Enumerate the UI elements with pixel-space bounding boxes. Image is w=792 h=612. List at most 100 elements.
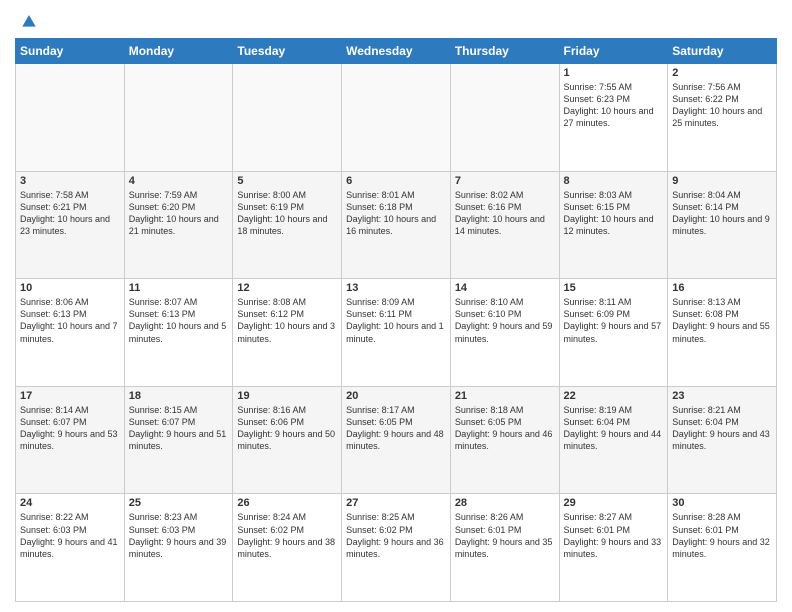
calendar-week-row: 10 Sunrise: 8:06 AM Sunset: 6:13 PM Dayli… <box>16 279 777 387</box>
calendar-header-monday: Monday <box>124 39 233 64</box>
calendar-header-tuesday: Tuesday <box>233 39 342 64</box>
calendar-cell: 28 Sunrise: 8:26 AM Sunset: 6:01 PM Dayli… <box>450 494 559 602</box>
cell-info: Sunrise: 8:26 AM Sunset: 6:01 PM Dayligh… <box>455 511 555 560</box>
calendar-week-row: 17 Sunrise: 8:14 AM Sunset: 6:07 PM Dayli… <box>16 386 777 494</box>
calendar-cell: 27 Sunrise: 8:25 AM Sunset: 6:02 PM Dayli… <box>342 494 451 602</box>
day-number: 27 <box>346 497 446 509</box>
cell-info: Sunrise: 8:08 AM Sunset: 6:12 PM Dayligh… <box>237 296 337 345</box>
day-number: 22 <box>564 390 664 402</box>
cell-info: Sunrise: 7:55 AM Sunset: 6:23 PM Dayligh… <box>564 81 664 130</box>
calendar-cell <box>450 64 559 172</box>
day-number: 30 <box>672 497 772 509</box>
calendar-cell: 4 Sunrise: 7:59 AM Sunset: 6:20 PM Daylig… <box>124 171 233 279</box>
day-number: 14 <box>455 282 555 294</box>
calendar-cell: 18 Sunrise: 8:15 AM Sunset: 6:07 PM Dayli… <box>124 386 233 494</box>
calendar-cell: 29 Sunrise: 8:27 AM Sunset: 6:01 PM Dayli… <box>559 494 668 602</box>
calendar-cell <box>124 64 233 172</box>
cell-info: Sunrise: 8:21 AM Sunset: 6:04 PM Dayligh… <box>672 404 772 453</box>
calendar-header-friday: Friday <box>559 39 668 64</box>
cell-info: Sunrise: 7:59 AM Sunset: 6:20 PM Dayligh… <box>129 189 229 238</box>
day-number: 10 <box>20 282 120 294</box>
calendar-header-row: SundayMondayTuesdayWednesdayThursdayFrid… <box>16 39 777 64</box>
calendar-table: SundayMondayTuesdayWednesdayThursdayFrid… <box>15 38 777 602</box>
cell-info: Sunrise: 8:22 AM Sunset: 6:03 PM Dayligh… <box>20 511 120 560</box>
calendar-cell <box>342 64 451 172</box>
cell-info: Sunrise: 8:27 AM Sunset: 6:01 PM Dayligh… <box>564 511 664 560</box>
logo-triangle-icon <box>19 10 39 30</box>
calendar-cell: 21 Sunrise: 8:18 AM Sunset: 6:05 PM Dayli… <box>450 386 559 494</box>
cell-info: Sunrise: 8:09 AM Sunset: 6:11 PM Dayligh… <box>346 296 446 345</box>
calendar-cell: 26 Sunrise: 8:24 AM Sunset: 6:02 PM Dayli… <box>233 494 342 602</box>
day-number: 15 <box>564 282 664 294</box>
day-number: 11 <box>129 282 229 294</box>
day-number: 28 <box>455 497 555 509</box>
calendar-week-row: 24 Sunrise: 8:22 AM Sunset: 6:03 PM Dayli… <box>16 494 777 602</box>
day-number: 6 <box>346 175 446 187</box>
calendar-cell: 5 Sunrise: 8:00 AM Sunset: 6:19 PM Daylig… <box>233 171 342 279</box>
day-number: 7 <box>455 175 555 187</box>
day-number: 12 <box>237 282 337 294</box>
cell-info: Sunrise: 8:10 AM Sunset: 6:10 PM Dayligh… <box>455 296 555 345</box>
day-number: 19 <box>237 390 337 402</box>
calendar-cell: 10 Sunrise: 8:06 AM Sunset: 6:13 PM Dayli… <box>16 279 125 387</box>
calendar-cell: 23 Sunrise: 8:21 AM Sunset: 6:04 PM Dayli… <box>668 386 777 494</box>
day-number: 8 <box>564 175 664 187</box>
calendar-cell: 24 Sunrise: 8:22 AM Sunset: 6:03 PM Dayli… <box>16 494 125 602</box>
header <box>15 10 777 30</box>
calendar-cell <box>16 64 125 172</box>
calendar-cell: 19 Sunrise: 8:16 AM Sunset: 6:06 PM Dayli… <box>233 386 342 494</box>
day-number: 23 <box>672 390 772 402</box>
cell-info: Sunrise: 8:00 AM Sunset: 6:19 PM Dayligh… <box>237 189 337 238</box>
day-number: 2 <box>672 67 772 79</box>
cell-info: Sunrise: 8:11 AM Sunset: 6:09 PM Dayligh… <box>564 296 664 345</box>
cell-info: Sunrise: 8:03 AM Sunset: 6:15 PM Dayligh… <box>564 189 664 238</box>
day-number: 1 <box>564 67 664 79</box>
day-number: 25 <box>129 497 229 509</box>
cell-info: Sunrise: 8:28 AM Sunset: 6:01 PM Dayligh… <box>672 511 772 560</box>
cell-info: Sunrise: 8:14 AM Sunset: 6:07 PM Dayligh… <box>20 404 120 453</box>
calendar-cell: 2 Sunrise: 7:56 AM Sunset: 6:22 PM Daylig… <box>668 64 777 172</box>
cell-info: Sunrise: 8:24 AM Sunset: 6:02 PM Dayligh… <box>237 511 337 560</box>
logo <box>15 10 39 30</box>
calendar-cell: 15 Sunrise: 8:11 AM Sunset: 6:09 PM Dayli… <box>559 279 668 387</box>
page: SundayMondayTuesdayWednesdayThursdayFrid… <box>0 0 792 612</box>
calendar-week-row: 1 Sunrise: 7:55 AM Sunset: 6:23 PM Daylig… <box>16 64 777 172</box>
cell-info: Sunrise: 7:58 AM Sunset: 6:21 PM Dayligh… <box>20 189 120 238</box>
calendar-cell: 6Sunrise: 8:01 AM Sunset: 6:18 PM Daylig… <box>342 171 451 279</box>
day-number: 29 <box>564 497 664 509</box>
day-number: 26 <box>237 497 337 509</box>
day-number: 3 <box>20 175 120 187</box>
calendar-cell: 11 Sunrise: 8:07 AM Sunset: 6:13 PM Dayli… <box>124 279 233 387</box>
day-number: 13 <box>346 282 446 294</box>
cell-info: Sunrise: 7:56 AM Sunset: 6:22 PM Dayligh… <box>672 81 772 130</box>
calendar-header-sunday: Sunday <box>16 39 125 64</box>
calendar-cell <box>233 64 342 172</box>
day-number: 9 <box>672 175 772 187</box>
day-number: 17 <box>20 390 120 402</box>
day-number: 16 <box>672 282 772 294</box>
cell-info: Sunrise: 8:07 AM Sunset: 6:13 PM Dayligh… <box>129 296 229 345</box>
calendar-cell: 7Sunrise: 8:02 AM Sunset: 6:16 PM Daylig… <box>450 171 559 279</box>
cell-info: Sunrise: 8:15 AM Sunset: 6:07 PM Dayligh… <box>129 404 229 453</box>
cell-info: Sunrise: 8:16 AM Sunset: 6:06 PM Dayligh… <box>237 404 337 453</box>
day-number: 18 <box>129 390 229 402</box>
day-number: 24 <box>20 497 120 509</box>
cell-info: Sunrise: 8:18 AM Sunset: 6:05 PM Dayligh… <box>455 404 555 453</box>
calendar-cell: 17 Sunrise: 8:14 AM Sunset: 6:07 PM Dayli… <box>16 386 125 494</box>
cell-info: Sunrise: 8:25 AM Sunset: 6:02 PM Dayligh… <box>346 511 446 560</box>
logo-text <box>15 10 39 30</box>
calendar-cell: 30 Sunrise: 8:28 AM Sunset: 6:01 PM Dayli… <box>668 494 777 602</box>
cell-info: Sunrise: 8:19 AM Sunset: 6:04 PM Dayligh… <box>564 404 664 453</box>
calendar-cell: 14 Sunrise: 8:10 AM Sunset: 6:10 PM Dayli… <box>450 279 559 387</box>
calendar-cell: 12 Sunrise: 8:08 AM Sunset: 6:12 PM Dayli… <box>233 279 342 387</box>
calendar-header-wednesday: Wednesday <box>342 39 451 64</box>
cell-info: Sunrise: 8:06 AM Sunset: 6:13 PM Dayligh… <box>20 296 120 345</box>
day-number: 4 <box>129 175 229 187</box>
calendar-cell: 1 Sunrise: 7:55 AM Sunset: 6:23 PM Daylig… <box>559 64 668 172</box>
calendar-cell: 16Sunrise: 8:13 AM Sunset: 6:08 PM Dayli… <box>668 279 777 387</box>
calendar-cell: 9Sunrise: 8:04 AM Sunset: 6:14 PM Daylig… <box>668 171 777 279</box>
cell-info: Sunrise: 8:17 AM Sunset: 6:05 PM Dayligh… <box>346 404 446 453</box>
day-number: 5 <box>237 175 337 187</box>
day-number: 21 <box>455 390 555 402</box>
calendar-cell: 20Sunrise: 8:17 AM Sunset: 6:05 PM Dayli… <box>342 386 451 494</box>
